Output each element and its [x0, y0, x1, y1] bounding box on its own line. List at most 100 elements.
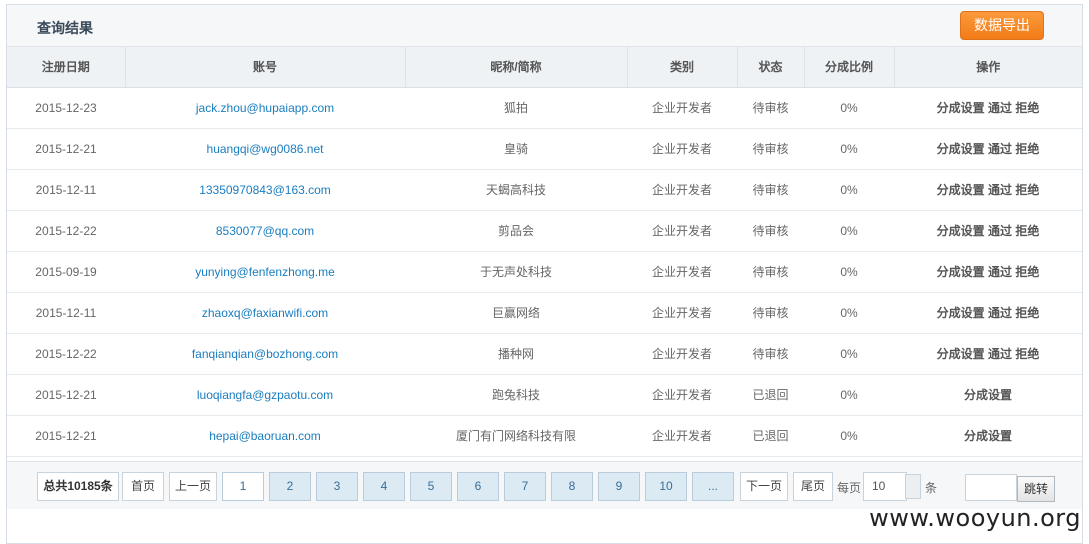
- reject-link[interactable]: 拒绝: [1015, 183, 1039, 197]
- per-page-label: 每页: [837, 481, 862, 495]
- cell-account[interactable]: 13350970843@163.com: [125, 169, 405, 211]
- page-number-button[interactable]: 5: [410, 472, 452, 501]
- reject-link[interactable]: 拒绝: [1015, 347, 1039, 361]
- column-header-date[interactable]: 注册日期: [7, 47, 126, 88]
- revenue-share-settings-link[interactable]: 分成设置: [937, 101, 985, 115]
- cell-category: 企业开发者: [627, 415, 737, 457]
- cell-date: 2015-12-21: [7, 415, 125, 457]
- goto-page-button[interactable]: 跳转: [1017, 476, 1055, 502]
- cell-date: 2015-12-11: [7, 292, 125, 334]
- cell-category: 企业开发者: [627, 374, 737, 416]
- cell-account[interactable]: 8530077@qq.com: [125, 210, 405, 252]
- cell-actions: 分成设置 通过 拒绝: [894, 333, 1082, 375]
- cell-category: 企业开发者: [627, 210, 737, 252]
- cell-date: 2015-09-19: [7, 251, 125, 293]
- page-number-button[interactable]: 3: [316, 472, 358, 501]
- cell-actions: 分成设置 通过 拒绝: [894, 169, 1082, 211]
- revenue-share-settings-link[interactable]: 分成设置: [937, 183, 985, 197]
- cell-account[interactable]: zhaoxq@faxianwifi.com: [125, 292, 405, 334]
- approve-link[interactable]: 通过: [988, 306, 1012, 320]
- column-header-actions: 操作: [894, 47, 1082, 88]
- page-number-button[interactable]: 2: [269, 472, 311, 501]
- next-page-button[interactable]: 下一页: [740, 472, 788, 501]
- first-page-button[interactable]: 首页: [122, 472, 164, 501]
- cell-category: 企业开发者: [627, 333, 737, 375]
- cell-ratio: 0%: [804, 87, 894, 129]
- cell-account[interactable]: fanqianqian@bozhong.com: [125, 333, 405, 375]
- revenue-share-settings-link[interactable]: 分成设置: [964, 429, 1012, 443]
- cell-nickname: 巨赢网络: [405, 292, 627, 334]
- cell-status: 已退回: [737, 415, 804, 457]
- chevron-down-icon[interactable]: [905, 474, 921, 499]
- cell-date: 2015-12-22: [7, 333, 125, 375]
- cell-status: 已退回: [737, 374, 804, 416]
- table-row: 2015-12-23 jack.zhou@hupaiapp.com 狐拍 企业开发者待…: [7, 87, 1082, 129]
- cell-date: 2015-12-21: [7, 374, 125, 416]
- reject-link[interactable]: 拒绝: [1015, 306, 1039, 320]
- revenue-share-settings-link[interactable]: 分成设置: [937, 265, 985, 279]
- cell-account[interactable]: jack.zhou@hupaiapp.com: [125, 87, 405, 129]
- results-table: 注册日期 账号 昵称/简称 类别 状态 分成比例 操作 2015-12-23 ja…: [7, 47, 1082, 498]
- cell-nickname: 天蝎高科技: [405, 169, 627, 211]
- cell-status: 待审核: [737, 169, 804, 211]
- cell-category: 企业开发者: [627, 128, 737, 170]
- table-row: 2015-12-22 fanqianqian@bozhong.com 播种网 企业开发…: [7, 333, 1082, 375]
- per-page-select[interactable]: 10: [863, 472, 907, 501]
- approve-link[interactable]: 通过: [988, 224, 1012, 238]
- export-data-button[interactable]: 数据导出: [960, 11, 1044, 40]
- cell-status: 待审核: [737, 87, 804, 129]
- column-header-nickname[interactable]: 昵称/简称: [405, 47, 628, 88]
- cell-ratio: 0%: [804, 128, 894, 170]
- reject-link[interactable]: 拒绝: [1015, 101, 1039, 115]
- cell-nickname: 皇骑: [405, 128, 627, 170]
- cell-account[interactable]: luoqiangfa@gzpaotu.com: [125, 374, 405, 416]
- total-count: 总共10185条: [37, 472, 119, 501]
- watermark: www.wooyun.org: [869, 504, 1081, 532]
- column-header-ratio[interactable]: 分成比例: [804, 47, 895, 88]
- table-row: 2015-12-21 huangqi@wg0086.net 皇骑 企业开发者 待审核 0%…: [7, 128, 1082, 170]
- revenue-share-settings-link[interactable]: 分成设置: [937, 224, 985, 238]
- revenue-share-settings-link[interactable]: 分成设置: [937, 142, 985, 156]
- page-number-button[interactable]: 8: [551, 472, 593, 501]
- cell-status: 待审核: [737, 251, 804, 293]
- table-row: 2015-09-19 yunying@fenfenzhong.me 于无声处科技 企业…: [7, 251, 1082, 293]
- prev-page-button[interactable]: 上一页: [169, 472, 217, 501]
- revenue-share-settings-link[interactable]: 分成设置: [937, 306, 985, 320]
- page-number-button[interactable]: 4: [363, 472, 405, 501]
- column-header-category[interactable]: 类别: [627, 47, 738, 88]
- page-ellipsis: ...: [692, 472, 734, 501]
- page-number-button[interactable]: 1: [222, 472, 264, 501]
- revenue-share-settings-link[interactable]: 分成设置: [937, 347, 985, 361]
- approve-link[interactable]: 通过: [988, 347, 1012, 361]
- panel-title: 查询结果: [37, 20, 93, 36]
- column-header-account[interactable]: 账号: [125, 47, 406, 88]
- cell-ratio: 0%: [804, 251, 894, 293]
- approve-link[interactable]: 通过: [988, 101, 1012, 115]
- cell-ratio: 0%: [804, 169, 894, 211]
- revenue-share-settings-link[interactable]: 分成设置: [964, 388, 1012, 402]
- cell-account[interactable]: yunying@fenfenzhong.me: [125, 251, 405, 293]
- approve-link[interactable]: 通过: [988, 142, 1012, 156]
- cell-actions: 分成设置: [894, 415, 1082, 457]
- reject-link[interactable]: 拒绝: [1015, 224, 1039, 238]
- column-header-status[interactable]: 状态: [737, 47, 805, 88]
- page-number-button[interactable]: 10: [645, 472, 687, 501]
- cell-nickname: 播种网: [405, 333, 627, 375]
- cell-nickname: 剪品会: [405, 210, 627, 252]
- table-row: 2015-12-11 13350970843@163.com 天蝎高科技 企业开发者待…: [7, 169, 1082, 211]
- cell-category: 企业开发者: [627, 292, 737, 334]
- reject-link[interactable]: 拒绝: [1015, 142, 1039, 156]
- last-page-button[interactable]: 尾页: [793, 472, 833, 501]
- approve-link[interactable]: 通过: [988, 265, 1012, 279]
- table-body: 2015-12-23 jack.zhou@hupaiapp.com 狐拍 企业开发者待…: [7, 87, 1082, 498]
- cell-account[interactable]: hepai@baoruan.com: [125, 415, 405, 457]
- approve-link[interactable]: 通过: [988, 183, 1012, 197]
- goto-page-input[interactable]: [965, 474, 1017, 501]
- cell-ratio: 0%: [804, 210, 894, 252]
- reject-link[interactable]: 拒绝: [1015, 265, 1039, 279]
- cell-status: 待审核: [737, 292, 804, 334]
- page-number-button[interactable]: 7: [504, 472, 546, 501]
- cell-account[interactable]: huangqi@wg0086.net: [125, 128, 405, 170]
- page-number-button[interactable]: 9: [598, 472, 640, 501]
- page-number-button[interactable]: 6: [457, 472, 499, 501]
